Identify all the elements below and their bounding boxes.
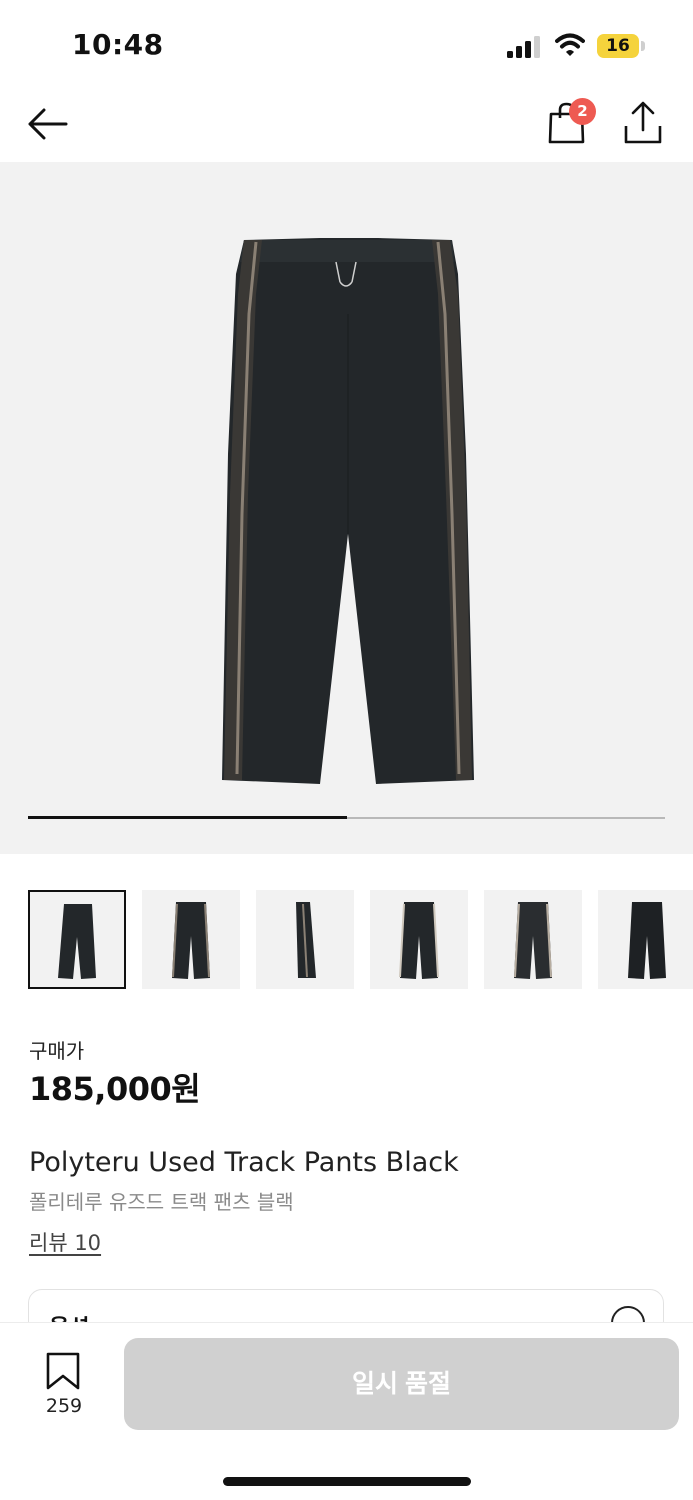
- thumbnail[interactable]: [484, 890, 582, 989]
- thumbnail[interactable]: [142, 890, 240, 989]
- product-price: 185,000원: [29, 1070, 201, 1108]
- battery-cap: [641, 41, 645, 51]
- bottom-action-bar: 259 일시 품절: [0, 1322, 693, 1500]
- reviews-link[interactable]: 리뷰 10: [29, 1227, 101, 1257]
- product-image-gallery[interactable]: [0, 162, 693, 854]
- share-icon[interactable]: [620, 100, 666, 146]
- product-name-en: Polyteru Used Track Pants Black: [29, 1147, 459, 1178]
- product-name-ko: 폴리테루 유즈드 트랙 팬츠 블랙: [29, 1190, 294, 1214]
- price-label: 구매가: [29, 1039, 85, 1063]
- home-indicator: [223, 1477, 471, 1486]
- thumbnail-strip: [0, 890, 693, 990]
- product-image: [222, 238, 474, 784]
- thumbnail[interactable]: [28, 890, 126, 989]
- thumbnail[interactable]: [256, 890, 354, 989]
- battery-icon: 16: [597, 34, 639, 58]
- status-bar: 10:48 16: [0, 0, 693, 90]
- bookmark-button[interactable]: 259: [40, 1351, 88, 1431]
- back-arrow-icon[interactable]: [24, 102, 72, 146]
- gallery-progress-fill: [28, 816, 347, 819]
- gallery-progress: [28, 816, 665, 819]
- status-time: 10:48: [72, 28, 164, 61]
- wifi-icon: [555, 33, 585, 56]
- bookmark-count: 259: [45, 1395, 83, 1417]
- thumbnail[interactable]: [598, 890, 693, 989]
- signal-icon: [507, 36, 540, 58]
- bookmark-icon: [46, 1352, 80, 1390]
- soldout-button[interactable]: 일시 품절: [124, 1338, 679, 1430]
- battery-level: 16: [606, 36, 630, 56]
- thumbnail[interactable]: [370, 890, 468, 989]
- cart-count-badge: 2: [569, 98, 596, 125]
